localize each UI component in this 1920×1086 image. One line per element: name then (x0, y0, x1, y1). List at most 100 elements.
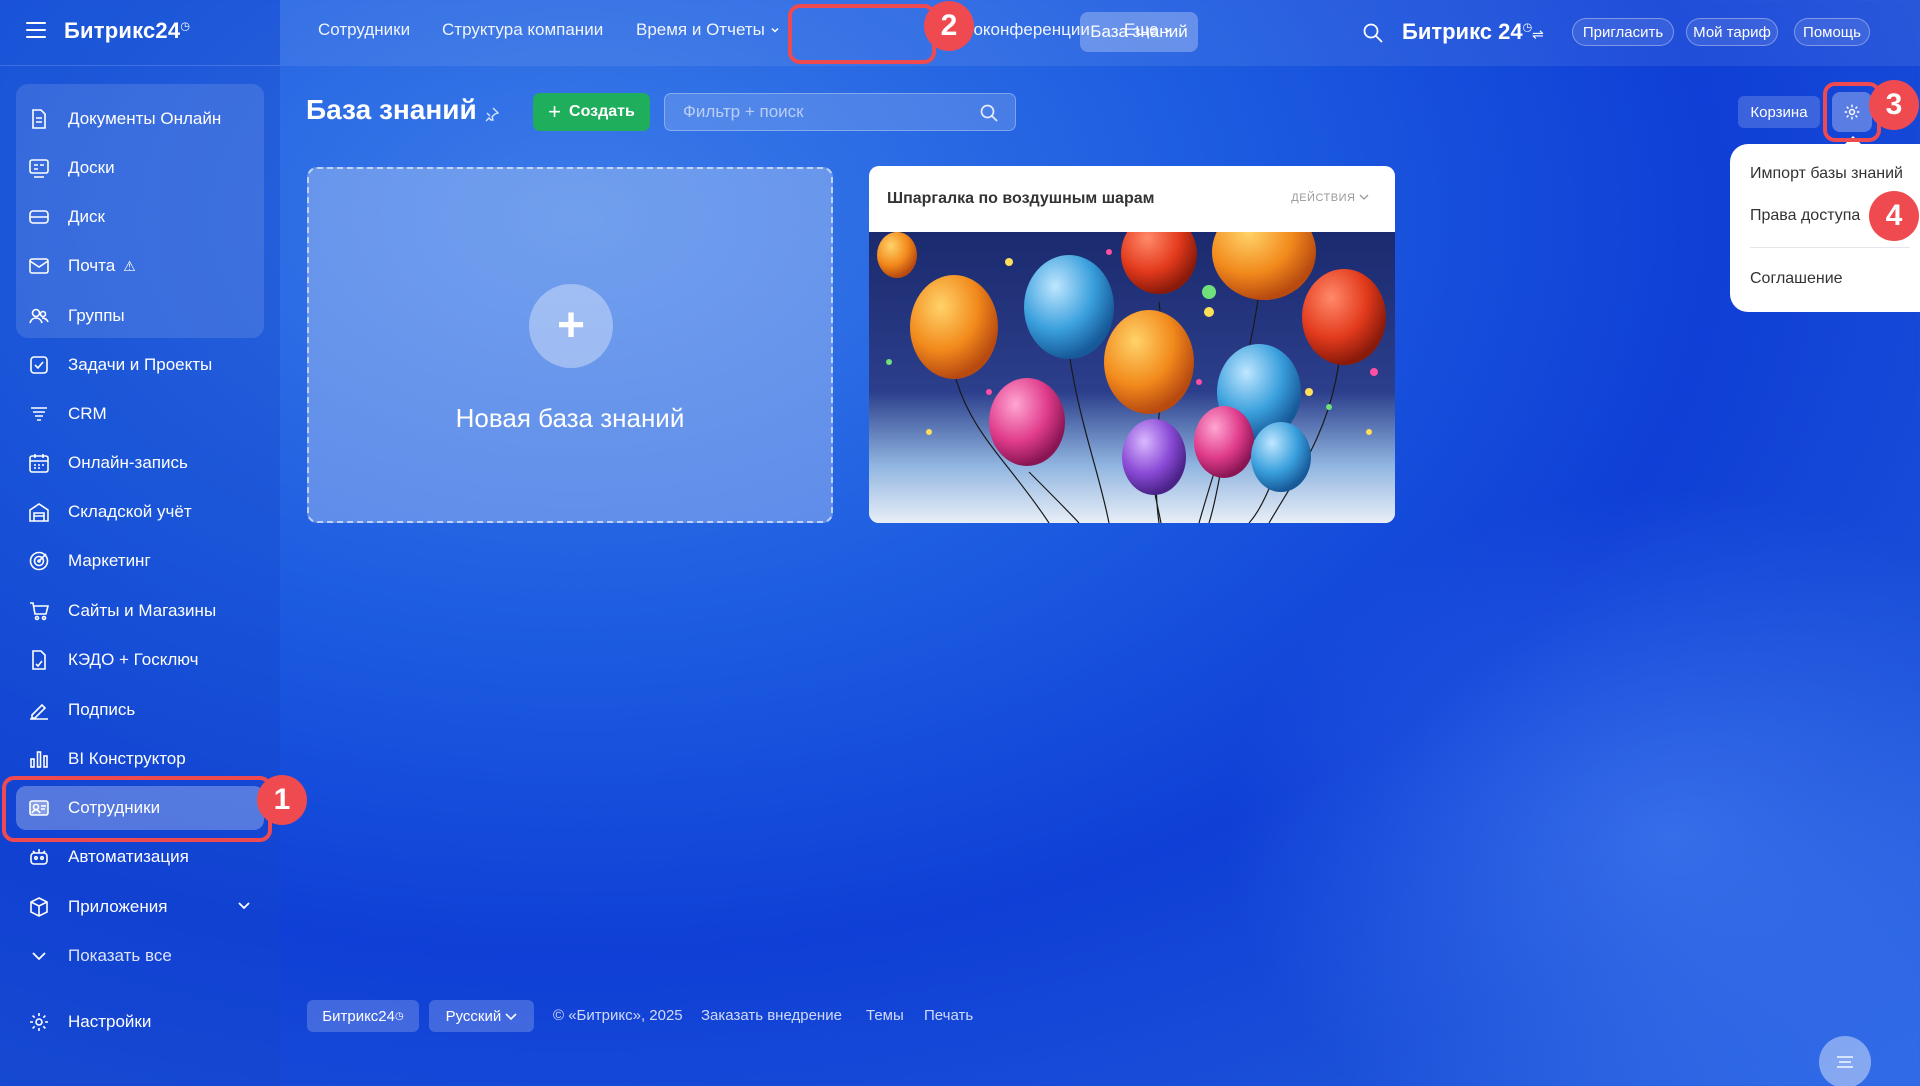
tab-more[interactable]: Еще (1124, 20, 1173, 40)
brand-logo: Битрикс 24◷ (1402, 19, 1532, 45)
sidebar-item-boards[interactable]: Доски (16, 146, 264, 190)
chevron-down-icon[interactable] (236, 897, 252, 918)
sidebar-item-label: Показать все (68, 946, 172, 965)
logo[interactable]: Битрикс24◷ (64, 18, 190, 44)
clock-icon: ◷ (1522, 21, 1533, 34)
logo-text: Битрикс24 (64, 18, 181, 43)
warehouse-icon (28, 501, 50, 523)
menu-item-import[interactable]: Импорт базы знаний (1750, 165, 1903, 183)
sidebar-item-label: КЭДО + Госключ (68, 650, 199, 669)
balloons-image (869, 232, 1395, 523)
chevron-down-icon (1359, 194, 1369, 200)
tariff-button[interactable]: Мой тариф (1686, 18, 1778, 46)
language-select[interactable]: Русский (429, 1000, 534, 1032)
copyright: © «Битрикс», 2025 (553, 1007, 683, 1024)
help-button[interactable]: Помощь (1794, 18, 1870, 46)
sidebar-item-bi[interactable]: BI Конструктор (16, 737, 264, 781)
sidebar-item-label: Задачи и Проекты (68, 355, 213, 374)
chat-button[interactable] (1819, 1036, 1871, 1086)
sidebar-item-documents[interactable]: Документы Онлайн (16, 97, 264, 141)
chart-icon (28, 748, 50, 770)
menu-item-agreement[interactable]: Соглашение (1750, 270, 1843, 288)
sliders-icon[interactable]: ⇌ (1532, 26, 1544, 43)
highlight-knowledge-base (788, 4, 936, 64)
sidebar-item-marketing[interactable]: Маркетинг (16, 539, 264, 583)
sidebar-item-groups[interactable]: Группы (16, 294, 264, 338)
sidebar-item-label: BI Конструктор (68, 749, 186, 768)
mail-icon (28, 255, 50, 277)
chevron-down-icon (28, 945, 50, 967)
sidebar-item-warehouse[interactable]: Складской учёт (16, 490, 264, 534)
sidebar-item-label: Онлайн-запись (68, 453, 188, 472)
chevron-down-icon (505, 1013, 517, 1021)
tab-time-reports[interactable]: Время и Отчеты (636, 20, 780, 40)
kb-card-title: Шпаргалка по воздушным шарам (887, 190, 1155, 207)
menu-item-access-rights[interactable]: Права доступа (1750, 207, 1860, 225)
tab-employees[interactable]: Сотрудники (318, 20, 410, 40)
order-link[interactable]: Заказать внедрение (701, 1007, 842, 1024)
sidebar-item-settings[interactable]: Настройки (16, 1000, 264, 1044)
step-badge-3: 3 (1869, 80, 1919, 130)
robot-icon (28, 846, 50, 868)
search-icon[interactable] (1362, 22, 1384, 44)
crm-icon (28, 403, 50, 425)
marketing-icon (28, 550, 50, 572)
sidebar-item-disk[interactable]: Диск (16, 195, 264, 239)
chevron-down-icon (1164, 27, 1172, 33)
sidebar-show-all[interactable]: Показать все (16, 934, 264, 978)
plus-icon: + (548, 99, 562, 124)
step-badge-1: 1 (257, 775, 307, 825)
filter-search (664, 93, 1016, 131)
tab-label: Еще (1124, 20, 1159, 39)
themes-link[interactable]: Темы (866, 1007, 904, 1024)
trash-button[interactable]: Корзина (1738, 96, 1820, 128)
sidebar-item-sites[interactable]: Сайты и Магазины (16, 589, 264, 633)
search-icon[interactable] (979, 103, 999, 123)
sidebar-item-label: Настройки (68, 1012, 152, 1031)
warning-icon: ⚠ (123, 257, 136, 274)
create-button[interactable]: + Создать (533, 93, 650, 131)
kb-actions-label: ДЕЙСТВИЯ (1291, 192, 1356, 204)
sidebar-item-label: Подпись (68, 700, 136, 719)
tab-videoconferences[interactable]: еоконференции (964, 20, 1090, 40)
sidebar-item-label: Диск (68, 207, 105, 226)
menu-divider (1750, 247, 1910, 248)
edo-icon (28, 649, 50, 671)
sidebar-item-booking[interactable]: Онлайн-запись (16, 441, 264, 485)
sidebar-item-label: Приложения (68, 897, 168, 916)
sidebar-item-crm[interactable]: CRM (16, 392, 264, 436)
create-button-label: Создать (569, 103, 635, 120)
sidebar-item-label: CRM (68, 404, 107, 423)
sidebar-item-label: Группы (68, 306, 125, 325)
sidebar-item-signature[interactable]: Подпись (16, 688, 264, 732)
signature-icon (28, 699, 50, 721)
tab-company-structure[interactable]: Структура компании (442, 20, 603, 40)
search-input[interactable] (683, 94, 973, 130)
sidebar-item-apps[interactable]: Приложения (16, 885, 264, 929)
clock-icon: ◷ (180, 20, 191, 33)
knowledge-base-card[interactable]: Шпаргалка по воздушным шарам ДЕЙСТВИЯ (869, 166, 1395, 523)
sidebar: Битрикс24◷ Документы Онлайн Доски Диск П… (0, 0, 280, 1086)
new-knowledge-base-card[interactable]: + Новая база знаний (307, 167, 833, 523)
sidebar-item-mail[interactable]: Почта ⚠ (16, 244, 264, 288)
clock-icon: ◷ (395, 1010, 404, 1022)
cart-icon (28, 600, 50, 622)
sidebar-item-label: Складской учёт (68, 502, 192, 521)
sidebar-header: Битрикс24◷ (0, 0, 280, 66)
gear-icon (28, 1011, 50, 1033)
sidebar-item-label: Доски (68, 158, 115, 177)
menu-burger-icon[interactable] (26, 22, 46, 38)
sidebar-item-label: Документы Онлайн (68, 109, 222, 128)
sidebar-item-label: Сайты и Магазины (68, 601, 217, 620)
document-icon (28, 108, 50, 130)
pin-icon[interactable] (484, 106, 500, 122)
print-link[interactable]: Печать (924, 1007, 973, 1024)
brand-text: Битрикс 24 (1402, 19, 1523, 44)
highlight-employees (2, 776, 272, 842)
sidebar-item-tasks[interactable]: Задачи и Проекты (16, 343, 264, 387)
kb-actions-menu[interactable]: ДЕЙСТВИЯ (1291, 192, 1369, 204)
new-card-title: Новая база знаний (455, 403, 685, 433)
sidebar-item-edo[interactable]: КЭДО + Госключ (16, 638, 264, 682)
footer-brand[interactable]: Битрикс24 ◷ (307, 1000, 419, 1032)
invite-button[interactable]: Пригласить (1572, 18, 1674, 46)
